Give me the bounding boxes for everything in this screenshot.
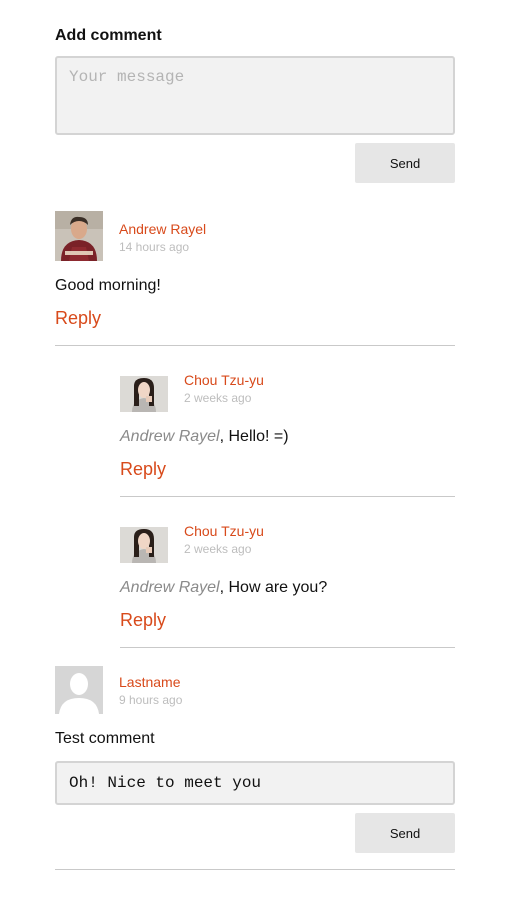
avatar-andrew-rayel xyxy=(55,211,103,261)
comment-body: , Hello! =) xyxy=(219,428,289,445)
avatar-chou-tzu-yu xyxy=(120,527,168,563)
divider xyxy=(120,496,455,497)
mention[interactable]: Andrew Rayel xyxy=(120,428,220,445)
comment-time: 2 weeks ago xyxy=(184,542,252,556)
comment-text: Andrew Rayel, How are you? xyxy=(120,579,327,597)
comment-author[interactable]: Lastname xyxy=(119,674,180,690)
comment-time: 14 hours ago xyxy=(119,240,190,254)
comment-author[interactable]: Chou Tzu-yu xyxy=(184,372,264,388)
comment-time: 9 hours ago xyxy=(119,693,183,707)
divider xyxy=(120,647,455,648)
divider xyxy=(55,869,455,870)
reply-link[interactable]: Reply xyxy=(55,308,101,329)
comment-author[interactable]: Chou Tzu-yu xyxy=(184,523,264,539)
avatar-chou-tzu-yu xyxy=(120,376,168,412)
send-reply-button[interactable]: Send xyxy=(355,813,455,853)
comment-author[interactable]: Andrew Rayel xyxy=(119,221,206,237)
comment-text: Good morning! xyxy=(55,277,161,294)
comment-text: Andrew Rayel, Hello! =) xyxy=(120,428,289,446)
add-comment-title: Add comment xyxy=(55,27,162,44)
comment-body: , How are you? xyxy=(219,579,328,596)
reply-link[interactable]: Reply xyxy=(120,610,166,631)
reply-link[interactable]: Reply xyxy=(120,459,166,480)
reply-input[interactable] xyxy=(55,761,455,805)
mention[interactable]: Andrew Rayel xyxy=(120,579,220,596)
divider xyxy=(55,345,455,346)
avatar-placeholder xyxy=(55,666,103,714)
comment-time: 2 weeks ago xyxy=(184,391,252,405)
message-input[interactable] xyxy=(55,56,455,135)
comment-text: Test comment xyxy=(55,730,155,747)
send-button[interactable]: Send xyxy=(355,143,455,183)
